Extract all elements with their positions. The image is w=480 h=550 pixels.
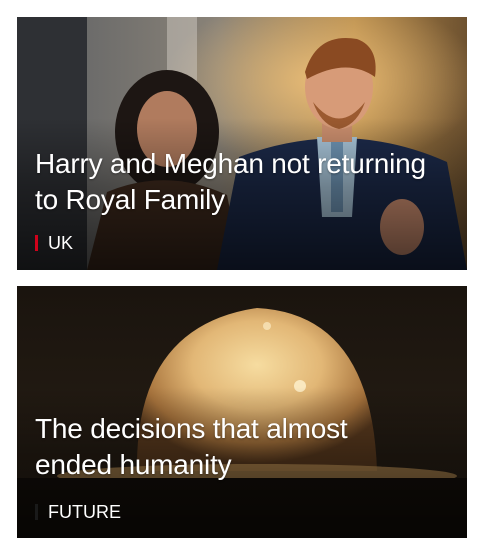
section-tag[interactable]: UK <box>35 233 73 253</box>
story-card-future[interactable]: The decisions that almost ended humanity… <box>17 286 467 538</box>
story-headline[interactable]: Harry and Meghan not returning to Royal … <box>35 146 427 218</box>
story-headline[interactable]: The decisions that almost ended humanity <box>35 411 427 483</box>
story-card-royal[interactable]: Harry and Meghan not returning to Royal … <box>17 17 467 270</box>
section-accent-bar <box>35 235 38 251</box>
section-accent-bar <box>35 504 38 520</box>
section-label: FUTURE <box>48 502 121 522</box>
section-tag[interactable]: FUTURE <box>35 502 121 522</box>
news-feed: Harry and Meghan not returning to Royal … <box>0 0 480 550</box>
section-label: UK <box>48 233 74 253</box>
